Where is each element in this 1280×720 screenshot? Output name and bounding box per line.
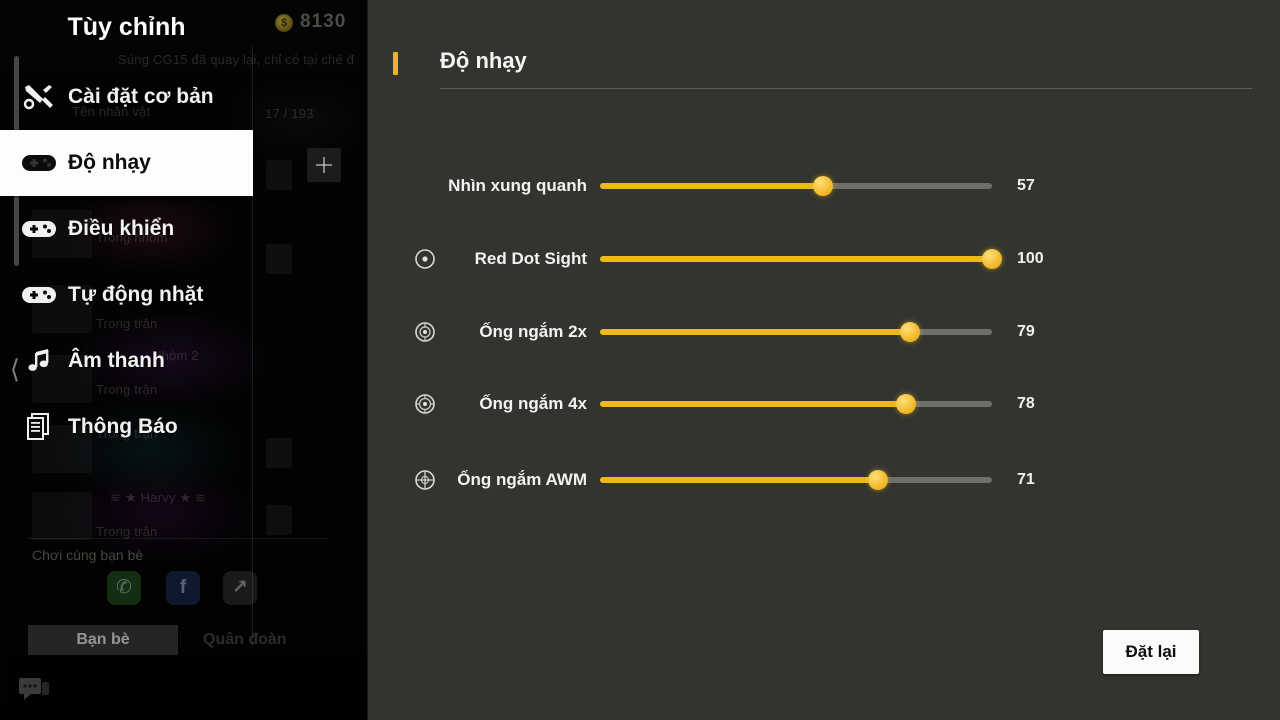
slider-label: Nhìn xung quanh [448,176,587,195]
sidebar-item-label: Cài đặt cơ bản [68,85,214,108]
sidebar-item-tu-dong-nhat[interactable]: Tự động nhặt [0,262,253,328]
slider-label: Red Dot Sight [474,249,587,268]
slider-row-red-dot-sight: Red Dot Sight 100 [367,244,1280,274]
line-icon: ✆ [116,577,132,598]
facebook-share-button[interactable]: f [166,571,200,605]
slider-row-ong-ngam-4x: Ống ngắm 4x 78 [367,389,1280,419]
slider-row-ong-ngam-awm: Ống ngắm AWM 71 [367,465,1280,495]
slider-label-wrap: Ống ngắm 4x [367,389,587,419]
gamepad-icon [20,214,58,244]
music-note-icon [20,346,58,376]
slider-handle[interactable] [868,470,889,490]
settings-menu: Cài đặt cơ bản Độ nhạy Điều khiển Tự độn… [0,64,253,460]
facebook-icon: f [179,577,187,598]
sensitivity-settings-panel: Độ nhạy Nhìn xung quanh 57 Red Dot Sight… [367,0,1280,720]
slider-track[interactable] [600,322,992,342]
tab-ban-be[interactable]: Bạn bè [28,625,178,655]
document-icon [20,412,58,442]
slider-label-wrap: Ống ngắm 2x [367,317,587,347]
page-title: Tùy chỉnh [67,13,186,41]
slider-handle[interactable] [899,322,920,342]
slider-track[interactable] [600,470,992,490]
slider-row-nhin-xung-quanh: Nhìn xung quanh 57 [367,171,1280,201]
slider-fill [600,329,910,335]
sidebar-item-label: Độ nhạy [68,151,151,174]
slider-fill [600,401,906,407]
slider-handle[interactable] [813,176,834,196]
slider-list: Nhìn xung quanh 57 Red Dot Sight 100 Ống… [367,0,1280,720]
friends-tabs: Bạn bè Quân đoàn [28,625,328,655]
slider-label-wrap: Red Dot Sight [367,244,587,274]
sidebar-item-thong-bao[interactable]: Thông Báo [0,394,253,460]
slider-value: 78 [1017,395,1035,412]
slider-track[interactable] [600,394,992,414]
gamepad-icon [20,148,58,178]
more-share-button[interactable]: ↗ [223,571,257,605]
tools-icon [20,82,58,112]
slider-label: Ống ngắm 2x [479,322,587,341]
share-section-label: Chơi cùng bạn bè [32,547,144,563]
share-icon: ↗ [232,577,248,598]
slider-label-wrap: Nhìn xung quanh [367,171,587,201]
slider-value: 79 [1017,323,1035,340]
slider-handle[interactable] [982,249,1002,269]
sidebar-item-do-nhay[interactable]: Độ nhạy [0,130,253,196]
settings-overlay: Tùy chỉnh ⟨ Cài đặt cơ bản Độ nhạy Điều … [0,0,368,720]
sidebar-item-label: Thông Báo [68,415,178,438]
slider-label-wrap: Ống ngắm AWM [367,465,587,495]
sidebar-item-dieu-khien[interactable]: Điều khiển [0,196,253,262]
slider-label: Ống ngắm AWM [457,470,587,489]
sidebar-item-am-thanh[interactable]: Âm thanh [0,328,253,394]
sidebar-divider [28,538,328,539]
slider-row-ong-ngam-2x: Ống ngắm 2x 79 [367,317,1280,347]
slider-handle[interactable] [895,394,916,414]
gamepad-icon [20,280,58,310]
slider-fill [600,477,879,483]
game-settings-screen: Súng CG15 đã quay lại, chỉ có tại chế đ … [0,0,1280,720]
sidebar-item-label: Tự động nhặt [68,283,204,306]
slider-fill [600,183,824,189]
chat-bubble-icon[interactable] [18,676,52,704]
tab-quan-doan[interactable]: Quân đoàn [203,625,287,655]
reset-button[interactable]: Đặt lại [1103,630,1199,674]
slider-track[interactable] [600,249,1002,269]
sidebar-item-label: Điều khiển [68,217,175,240]
slider-track[interactable] [600,176,992,196]
slider-value: 71 [1017,471,1035,488]
sidebar-item-cai-dat-co-ban[interactable]: Cài đặt cơ bản [0,64,253,130]
sidebar-item-label: Âm thanh [68,349,165,372]
slider-label: Ống ngắm 4x [479,394,587,413]
line-share-button[interactable]: ✆ [107,571,141,605]
slider-value: 100 [1017,250,1044,267]
slider-value: 57 [1017,177,1035,194]
slider-fill [600,256,992,262]
